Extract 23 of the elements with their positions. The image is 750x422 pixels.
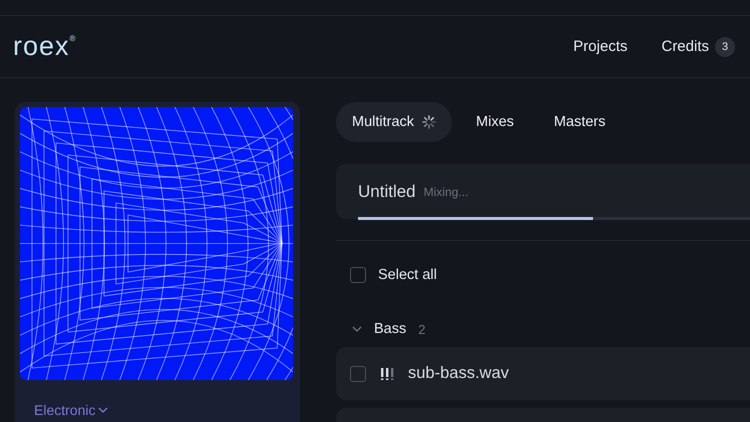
track-row[interactable]: sub-bass.wav: [336, 347, 750, 400]
nav-link-label: Credits: [661, 38, 709, 55]
checkbox[interactable]: [350, 267, 366, 283]
credits-link[interactable]: Credits 3: [661, 36, 735, 56]
group-name: Bass: [374, 321, 406, 337]
track-name: sub-bass.wav: [408, 364, 509, 383]
project-status: Mixing...: [424, 184, 468, 198]
roex-logo[interactable]: roex$^{®}$: [13, 31, 76, 62]
credits-count: 3: [715, 36, 735, 56]
chevron-down-icon: [352, 326, 362, 332]
chevron-down-icon: [98, 407, 108, 413]
genre-dropdown[interactable]: Electronic: [34, 402, 108, 418]
tab[interactable]: Multitrack: [336, 102, 452, 142]
tab[interactable]: Masters: [538, 102, 622, 142]
project-title: Untitled: [358, 182, 416, 202]
nav-link[interactable]: Projects: [573, 38, 628, 55]
expand-toggle[interactable]: [352, 326, 362, 332]
level-bars-icon: [380, 368, 394, 380]
group-count: 2: [418, 322, 426, 336]
loading-spinner-icon: [422, 115, 436, 129]
tab[interactable]: Mixes: [460, 102, 530, 142]
select-all-label: Select all: [378, 267, 437, 283]
checkbox[interactable]: [350, 366, 366, 382]
